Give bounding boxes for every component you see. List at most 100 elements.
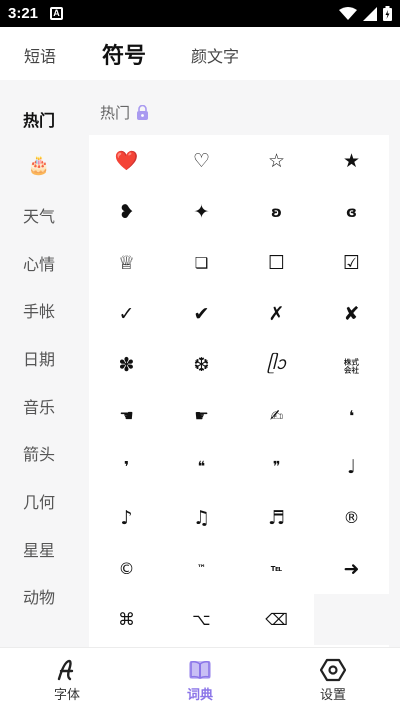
symbol-cell[interactable]: ✔ [164, 288, 239, 339]
symbol-cell[interactable]: ✘ [314, 288, 389, 339]
sidebar-item-weather[interactable]: 天气 [0, 203, 78, 227]
symbol-cell[interactable]: ❤️ [89, 135, 164, 186]
symbol-cell[interactable]: ❛ [314, 390, 389, 441]
symbol-cell[interactable]: ☚ [89, 390, 164, 441]
sidebar-item-journal[interactable]: 手帐 [0, 298, 78, 322]
symbol-text: ❞ [272, 458, 281, 475]
symbol-text: ☑ [342, 251, 361, 274]
symbol-cell[interactable]: ✍ [239, 390, 314, 441]
symbol-text: ➜ [343, 557, 360, 580]
symbol-cell[interactable]: ➜ [314, 543, 389, 594]
symbol-grid: ❤️ ♡ ☆ ★ ❥ ✦ ʚ ɞ ♕ ❏ ☐ ☑ ✓ ✔ ✗ ✘ ✽ ❆ ᥫᩣ … [89, 135, 389, 647]
symbol-text: ㍿ [343, 356, 360, 376]
symbol-text: ♬ [267, 506, 286, 529]
symbol-text: ⌫ [265, 610, 288, 629]
symbol-text: ✓ [118, 302, 135, 325]
book-icon [189, 660, 211, 679]
symbol-text: ✦ [193, 200, 210, 223]
symbol-cell[interactable]: ❆ [164, 339, 239, 390]
symbol-cell[interactable]: ❥ [89, 186, 164, 237]
symbol-cell[interactable]: ♬ [239, 492, 314, 543]
symbol-text: ★ [342, 149, 361, 172]
symbol-cell[interactable]: ♩ [314, 441, 389, 492]
sidebar-item-date[interactable]: 日期 [0, 346, 78, 370]
nav-label-fonts: 字体 [53, 688, 80, 703]
symbol-cell[interactable]: ℡ [239, 543, 314, 594]
symbol-cell-empty [314, 594, 389, 645]
nav-fonts[interactable]: 字体 [0, 648, 134, 711]
tab-kaomoji[interactable]: 颜文字 [191, 43, 239, 67]
sidebar-item-popular[interactable]: 热门 [0, 107, 78, 131]
sidebar-item-arrows[interactable]: 箭头 [0, 441, 78, 465]
symbol-text: ✗ [268, 302, 285, 325]
symbol-cell[interactable]: © [89, 543, 164, 594]
symbol-text: ♫ [192, 506, 211, 529]
symbol-cell[interactable]: ♫ [164, 492, 239, 543]
symbol-cell[interactable]: ⌥ [164, 594, 239, 645]
battery-icon [383, 6, 392, 21]
symbol-cell[interactable]: ❜ [89, 441, 164, 492]
symbol-panel: 热门 ❤️ ♡ ☆ ★ ❥ ✦ ʚ ɞ ♕ ❏ ☐ ☑ ✓ ✔ ✗ ✘ ✽ ❆ … [89, 80, 400, 647]
settings-hexagon-icon [320, 658, 346, 682]
symbol-cell[interactable]: ☑ [314, 237, 389, 288]
symbol-cell[interactable]: ✓ [89, 288, 164, 339]
symbol-text: © [118, 559, 135, 578]
symbol-text: ♡ [192, 149, 211, 172]
symbol-cell[interactable]: ㍿ [314, 339, 389, 390]
signal-icon [363, 6, 377, 21]
top-tab-bar: 短语 符号 颜文字 [0, 27, 400, 80]
symbol-text: ® [343, 508, 360, 527]
sidebar-item-geometry[interactable]: 几何 [0, 489, 78, 513]
symbol-heart-red: ❤️ [114, 150, 139, 172]
tab-phrases[interactable]: 短语 [24, 43, 56, 67]
symbol-cell[interactable]: ☐ [239, 237, 314, 288]
symbol-cell[interactable]: ♡ [164, 135, 239, 186]
symbol-text: ☆ [267, 149, 286, 172]
symbol-cell[interactable]: ☛ [164, 390, 239, 441]
symbol-cell[interactable]: ᥫᩣ [239, 339, 314, 390]
symbol-cell[interactable]: ❝ [164, 441, 239, 492]
symbol-text: ♪ [120, 506, 133, 529]
nav-settings[interactable]: 设置 [266, 648, 400, 711]
symbol-text: ❆ [193, 353, 210, 376]
sidebar-item-animals[interactable]: 动物 [0, 584, 78, 608]
status-time: 3:21 [8, 5, 39, 22]
sidebar-item-mood[interactable]: 心情 [0, 251, 78, 275]
symbol-text: ✍ [269, 406, 284, 425]
symbol-cell[interactable]: ♕ [89, 237, 164, 288]
symbol-cell[interactable]: ❞ [239, 441, 314, 492]
symbol-cell[interactable]: ✦ [164, 186, 239, 237]
sidebar-item-stars[interactable]: 星星 [0, 537, 78, 561]
nav-label-dictionary: 词典 [186, 688, 213, 703]
symbol-cell[interactable]: ® [314, 492, 389, 543]
symbol-cell[interactable]: ♪ [89, 492, 164, 543]
symbol-cell[interactable]: ☆ [239, 135, 314, 186]
symbol-text: ✔ [193, 302, 210, 325]
category-sidebar: 热门 🎂 天气 心情 手帐 日期 音乐 箭头 几何 星星 动物 [0, 80, 89, 647]
symbol-text: ✽ [118, 353, 135, 376]
symbol-text: ʚ [271, 202, 282, 221]
symbol-text: ™ [197, 563, 206, 574]
symbol-cell[interactable]: ʚ [239, 186, 314, 237]
sidebar-item-birthday[interactable]: 🎂 [0, 155, 78, 176]
status-bar: 3:21 A [0, 0, 400, 27]
symbol-cell[interactable]: ❏ [164, 237, 239, 288]
symbol-text: ⌘ [118, 609, 135, 630]
nav-dictionary[interactable]: 词典 [133, 648, 267, 711]
tab-symbols[interactable]: 符号 [102, 38, 146, 70]
symbol-cell[interactable]: ™ [164, 543, 239, 594]
bottom-nav: 字体 词典 设置 [0, 647, 400, 710]
symbol-cell[interactable]: ⌘ [89, 594, 164, 645]
symbol-text: ℡ [270, 563, 283, 574]
sidebar-item-music[interactable]: 音乐 [0, 394, 78, 418]
symbol-text: ɞ [346, 202, 357, 221]
symbol-cell[interactable]: ★ [314, 135, 389, 186]
symbol-cell[interactable]: ✗ [239, 288, 314, 339]
symbol-cell[interactable]: ✽ [89, 339, 164, 390]
symbol-cell[interactable]: ɞ [314, 186, 389, 237]
symbol-text: ☐ [267, 251, 286, 274]
status-icons [339, 6, 392, 21]
symbol-text: ❏ [194, 253, 209, 272]
symbol-cell[interactable]: ⌫ [239, 594, 314, 645]
nav-label-settings: 设置 [319, 688, 346, 703]
